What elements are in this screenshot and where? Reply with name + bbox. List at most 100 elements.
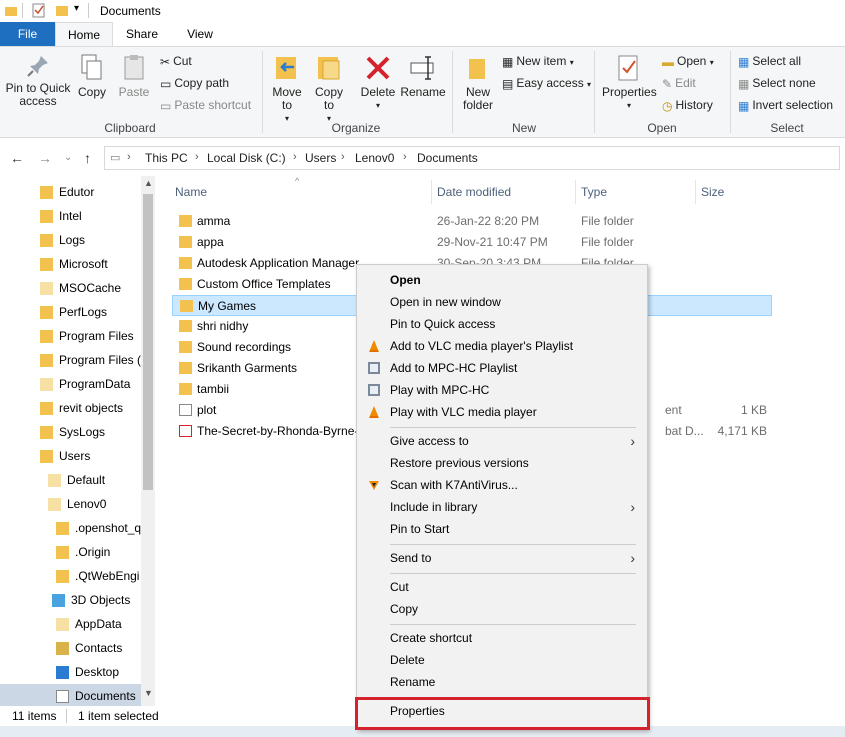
nav-item[interactable]: 3D Objects [52,588,130,612]
history-button[interactable]: ◷ History [662,95,713,115]
divider [262,51,263,133]
nav-item[interactable]: Edutor [40,180,94,204]
copy-to-button[interactable]: Copy to ▾ [310,53,348,125]
divider [22,3,23,18]
copy-path-button[interactable]: ▭ Copy path [160,73,229,93]
menu-item-cut[interactable]: Cut [357,576,647,598]
menu-item-pin-quick-access[interactable]: Pin to Quick access [357,313,647,335]
folder-icon [40,402,53,416]
customize-quick-access-icon[interactable]: ▾ [74,3,79,14]
table-row[interactable]: amma 26-Jan-22 8:20 PM File folder [172,211,772,232]
chevron-up-icon[interactable]: ▲ [144,178,153,188]
menu-item-open-new-window[interactable]: Open in new window [357,291,647,313]
paste-button[interactable]: Paste [116,53,152,99]
breadcrumb[interactable]: ▭ › This PC › Local Disk (C:) › Users › … [104,146,840,170]
menu-item-restore-versions[interactable]: Restore previous versions [357,452,647,474]
paste-shortcut-button[interactable]: ▭ Paste shortcut [160,95,251,115]
nav-item[interactable]: Desktop [56,660,119,684]
invert-selection-button[interactable]: ▦ Invert selection [738,95,833,115]
nav-item[interactable]: AppData [56,612,122,636]
breadcrumb-lenov0[interactable]: Lenov0 [355,151,394,165]
scrollbar-thumb[interactable] [143,194,153,490]
folder-icon [48,474,61,488]
select-none-button[interactable]: ▦ Select none [738,73,816,93]
column-header-date[interactable]: Date modified [437,185,511,199]
nav-scrollbar[interactable]: ▲ ▼ [141,176,155,706]
properties-button[interactable]: Properties ▾ [602,53,657,112]
tab-file[interactable]: File [0,22,55,46]
menu-item-send-to[interactable]: Send to › [357,547,647,569]
tab-view[interactable]: View [171,22,229,46]
select-all-label: Select all [752,54,802,68]
menu-item-open[interactable]: Open [357,269,647,291]
up-arrow-icon[interactable]: ↑ [84,150,91,166]
nav-item[interactable]: MSOCache [40,276,121,300]
nav-item[interactable]: .openshot_q [56,516,141,540]
nav-item[interactable]: .QtWebEngi [56,564,139,588]
nav-item[interactable]: Program Files [40,324,134,348]
easy-access-button[interactable]: ▤ Easy access ▾ [502,73,591,93]
nav-item[interactable]: Microsoft [40,252,108,276]
breadcrumb-this-pc[interactable]: This PC [145,151,188,165]
nav-item[interactable]: Program Files ( [40,348,141,372]
nav-item[interactable]: Default [48,468,105,492]
nav-item[interactable]: revit objects [40,396,123,420]
properties-quick-icon[interactable] [32,3,46,18]
rename-button[interactable]: Rename [400,53,446,99]
delete-button[interactable]: Delete ▾ [358,53,398,112]
menu-item-give-access[interactable]: Give access to › [357,430,647,452]
new-folder-button[interactable]: New folder [458,53,498,112]
nav-item[interactable]: PerfLogs [40,300,107,324]
recent-locations-icon[interactable]: ⌄ [64,152,72,163]
nav-item[interactable]: Logs [40,228,85,252]
nav-item[interactable]: SysLogs [40,420,105,444]
paste-shortcut-label: Paste shortcut [174,98,252,112]
menu-item-play-vlc[interactable]: Play with VLC media player [357,401,647,423]
menu-item-create-shortcut[interactable]: Create shortcut [357,627,647,649]
nav-item[interactable]: Intel [40,204,82,228]
new-folder-quick-icon[interactable] [55,4,69,18]
nav-item[interactable]: ProgramData [40,372,130,396]
menu-item-play-mpc[interactable]: Play with MPC-HC [357,379,647,401]
forward-arrow-icon[interactable]: → [38,150,52,166]
open-button[interactable]: ▬ Open ▾ [662,51,714,71]
menu-item-delete[interactable]: Delete [357,649,647,671]
select-all-button[interactable]: ▦ Select all [738,51,801,71]
file-name: Srikanth Garments [197,361,298,375]
folder-icon [179,257,192,269]
chevron-down-icon[interactable]: ▼ [144,688,153,698]
copy-button[interactable]: Copy [74,53,110,99]
menu-item-include-library[interactable]: Include in library › [357,496,647,518]
column-header-size[interactable]: Size [701,185,724,199]
back-arrow-icon[interactable]: ← [10,150,24,166]
column-header-type[interactable]: Type [581,185,607,199]
tab-share[interactable]: Share [113,22,171,46]
menu-item-vlc-playlist[interactable]: Add to VLC media player's Playlist [357,335,647,357]
pin-label: Pin to Quick access [5,81,71,108]
group-label-organize: Organize [331,121,381,135]
cut-button[interactable]: ✂ Cut [160,51,192,71]
nav-item[interactable]: Contacts [56,636,122,660]
column-header-name[interactable]: Name [175,185,207,199]
group-label-new: New [511,121,536,135]
table-row[interactable]: appa 29-Nov-21 10:47 PM File folder [172,232,772,253]
menu-item-mpc-playlist[interactable]: Add to MPC-HC Playlist [357,357,647,379]
nav-item-documents[interactable]: Documents [0,684,141,706]
navigation-pane[interactable]: Edutor Intel Logs Microsoft MSOCache Per… [0,176,155,706]
menu-item-pin-start[interactable]: Pin to Start [357,518,647,540]
menu-item-scan-antivirus[interactable]: Scan with K7AntiVirus... [357,474,647,496]
nav-item[interactable]: Lenov0 [48,492,106,516]
menu-item-rename[interactable]: Rename [357,671,647,693]
breadcrumb-documents[interactable]: Documents [417,151,478,165]
mpc-hc-icon [368,384,380,396]
pin-to-quick-access-button[interactable]: Pin to Quick access [4,53,72,108]
breadcrumb-local-disk[interactable]: Local Disk (C:) [207,151,286,165]
breadcrumb-users[interactable]: Users [305,151,336,165]
nav-item[interactable]: Users [40,444,90,468]
edit-button[interactable]: ✎ Edit [662,73,696,93]
nav-item[interactable]: .Origin [56,540,110,564]
new-item-button[interactable]: ▦ New item ▾ [502,51,574,71]
tab-home[interactable]: Home [55,22,113,46]
menu-item-copy[interactable]: Copy [357,598,647,620]
move-to-button[interactable]: Move to ▾ [268,53,306,125]
